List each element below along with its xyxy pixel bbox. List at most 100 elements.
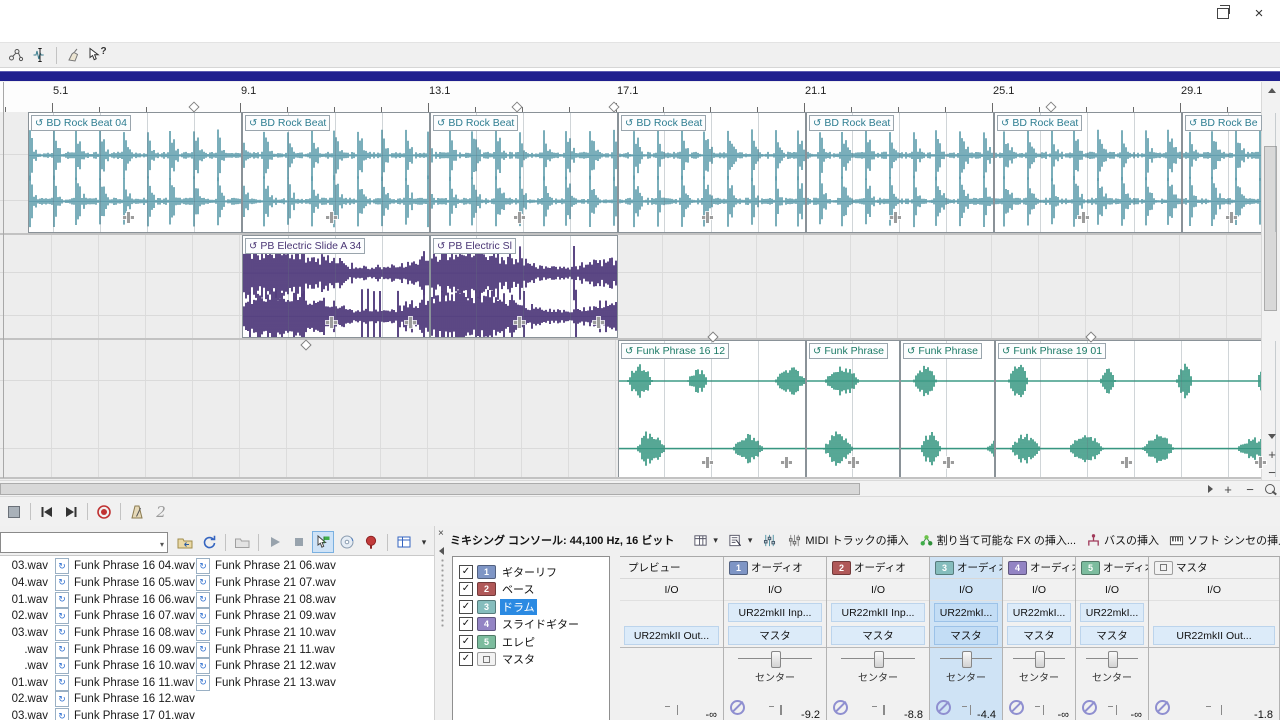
- file-item[interactable]: ↻Funk Phrase 16 04.wav: [55, 558, 195, 575]
- input-selector[interactable]: UR22mkII Inp...: [831, 603, 925, 622]
- audio-clip[interactable]: ↺PB Electric Slide A 34: [242, 235, 430, 338]
- clip-name-label[interactable]: ↺BD Rock Beat: [621, 115, 706, 131]
- scroll-right-button[interactable]: [1202, 481, 1218, 497]
- file-item[interactable]: ↻Funk Phrase 21 10.wav: [196, 625, 336, 642]
- file-item[interactable]: ↻Funk Phrase 17 01.wav: [55, 708, 195, 720]
- clip-move-handle[interactable]: [593, 317, 604, 328]
- clip-name-label[interactable]: ↺Funk Phrase: [809, 343, 888, 359]
- track-list-item[interactable]: ✓3ドラム: [459, 598, 609, 616]
- clip-move-handle[interactable]: [1255, 457, 1266, 468]
- file-item[interactable]: ↻Funk Phrase 16 10.wav: [55, 658, 195, 675]
- audio-clip[interactable]: ↺Funk Phrase 19 01: [995, 340, 1280, 478]
- view-button[interactable]: ▾: [728, 533, 753, 548]
- checkbox[interactable]: ✓: [459, 652, 473, 666]
- clip-move-handle[interactable]: [326, 317, 337, 328]
- file-item[interactable]: 03.wav: [2, 708, 48, 720]
- output-selector[interactable]: マスタ: [1007, 626, 1071, 645]
- audio-clip[interactable]: ↺BD Rock Beat: [242, 112, 430, 233]
- file-item[interactable]: ↻Funk Phrase 21 13.wav: [196, 674, 336, 691]
- audio-clip[interactable]: ↺Funk Phrase 16 12: [618, 340, 806, 478]
- file-item[interactable]: .wav: [2, 641, 48, 658]
- clip-move-handle[interactable]: [943, 457, 954, 468]
- zoom-out-vertical-button[interactable]: −: [1264, 464, 1280, 480]
- file-item[interactable]: .wav: [2, 658, 48, 675]
- file-item[interactable]: 02.wav: [2, 691, 48, 708]
- track-check-list[interactable]: ✓1ギターリフ✓2ベース✓3ドラム✓4スライドギター✓5エレピ✓マスタ: [452, 556, 610, 720]
- grip-dots[interactable]: [440, 558, 445, 628]
- file-item[interactable]: ↻Funk Phrase 16 05.wav: [55, 575, 195, 592]
- scrub-tool-button[interactable]: [28, 44, 52, 66]
- audio-clip[interactable]: ↺BD Rock Beat 04: [28, 112, 242, 233]
- file-item[interactable]: ↻Funk Phrase 16 06.wav: [55, 591, 195, 608]
- channel-strip[interactable]: 3オーディオI/OUR22mkI...マスタセンター-4.4: [930, 557, 1003, 720]
- file-item[interactable]: 04.wav: [2, 575, 48, 592]
- hscroll-thumb[interactable]: [0, 483, 860, 495]
- clip-move-handle[interactable]: [1226, 212, 1237, 223]
- folder-button[interactable]: [231, 531, 253, 553]
- clip-move-handle[interactable]: [326, 212, 337, 223]
- pan-slider-thumb[interactable]: [962, 651, 972, 668]
- clip-name-label[interactable]: ↺BD Rock Beat 04: [31, 115, 131, 131]
- output-selector[interactable]: マスタ: [1080, 626, 1144, 645]
- file-item[interactable]: ↻Funk Phrase 21 07.wav: [196, 575, 336, 592]
- clip-name-label[interactable]: ↺BD Rock Beat: [433, 115, 518, 131]
- channel-strip[interactable]: 1オーディオI/OUR22mkII Inp...マスタセンター-9.2: [724, 557, 827, 720]
- envelope-tool-button[interactable]: [4, 44, 28, 66]
- stop-small-button[interactable]: [288, 531, 310, 553]
- scroll-down-button[interactable]: [1264, 428, 1280, 444]
- audio-clip[interactable]: ↺BD Rock Beat: [430, 112, 618, 233]
- checkbox[interactable]: ✓: [459, 565, 473, 579]
- record-button[interactable]: [92, 501, 116, 523]
- mute-indicator-icon[interactable]: [1155, 700, 1170, 715]
- help-pointer-button[interactable]: ?: [85, 44, 109, 66]
- zoom-tool-button[interactable]: [1262, 481, 1278, 497]
- output-selector[interactable]: マスタ: [934, 626, 998, 645]
- file-item[interactable]: ↻Funk Phrase 21 06.wav: [196, 558, 336, 575]
- track-list-item[interactable]: ✓4スライドギター: [459, 616, 609, 634]
- file-item[interactable]: 02.wav: [2, 608, 48, 625]
- input-selector[interactable]: UR22mkI...: [934, 603, 998, 622]
- file-item[interactable]: ↻Funk Phrase 16 07.wav: [55, 608, 195, 625]
- file-item[interactable]: ↻Funk Phrase 21 09.wav: [196, 608, 336, 625]
- audio-clip[interactable]: ↺BD Rock Beat: [806, 112, 994, 233]
- clip-move-handle[interactable]: [514, 212, 525, 223]
- file-item[interactable]: ↻Funk Phrase 21 08.wav: [196, 591, 336, 608]
- audio-clip[interactable]: ↺BD Rock Beat: [618, 112, 806, 233]
- go-start-button[interactable]: [35, 501, 59, 523]
- views-list-button[interactable]: [393, 531, 415, 553]
- mixer-panel-grip[interactable]: ×: [434, 526, 451, 720]
- clip-move-handle[interactable]: [1121, 457, 1132, 468]
- insert-button[interactable]: ソフト シンセの挿入...: [1169, 532, 1280, 548]
- search-combobox[interactable]: ▾: [0, 532, 168, 553]
- insert-button[interactable]: バスの挿入: [1086, 532, 1159, 548]
- clip-move-handle[interactable]: [514, 317, 525, 328]
- checkbox[interactable]: ✓: [459, 635, 473, 649]
- channel-strip[interactable]: マスタI/OUR22mkII Out...-1.8: [1149, 557, 1280, 720]
- mute-indicator-icon[interactable]: [936, 700, 951, 715]
- channel-strip[interactable]: 2オーディオI/OUR22mkII Inp...マスタセンター-8.8: [827, 557, 930, 720]
- views-dropdown-button[interactable]: ▾: [417, 531, 431, 553]
- play-button[interactable]: [264, 531, 286, 553]
- output-selector[interactable]: マスタ: [728, 626, 822, 645]
- clip-move-handle[interactable]: [702, 212, 713, 223]
- record-preview-button[interactable]: [360, 531, 382, 553]
- scroll-up-button[interactable]: [1264, 82, 1280, 98]
- file-list[interactable]: 03.wav04.wav01.wav02.wav03.wav.wav.wav01…: [0, 555, 434, 720]
- track-list-item[interactable]: ✓2ベース: [459, 581, 609, 599]
- zoom-in-button[interactable]: +: [1220, 481, 1236, 497]
- clip-name-label[interactable]: ↺BD Rock Beat: [245, 115, 330, 131]
- clip-name-label[interactable]: ↺PB Electric Slide A 34: [245, 238, 365, 254]
- panel-close-icon[interactable]: ×: [438, 528, 444, 539]
- go-end-button[interactable]: [59, 501, 83, 523]
- track-list-item[interactable]: ✓5エレピ: [459, 633, 609, 651]
- horizontal-scrollbar[interactable]: +−: [0, 480, 1280, 497]
- insert-button[interactable]: 割り当て可能な FX の挿入...: [919, 532, 1076, 548]
- cd-import-button[interactable]: [336, 531, 358, 553]
- file-item[interactable]: 03.wav: [2, 558, 48, 575]
- mute-indicator-icon[interactable]: [730, 700, 745, 715]
- file-item[interactable]: ↻Funk Phrase 16 12.wav: [55, 691, 195, 708]
- mute-indicator-icon[interactable]: [1082, 700, 1097, 715]
- input-selector[interactable]: UR22mkII Inp...: [728, 603, 822, 622]
- mute-indicator-icon[interactable]: [1009, 700, 1024, 715]
- audio-clip[interactable]: ↺Funk Phrase: [806, 340, 900, 478]
